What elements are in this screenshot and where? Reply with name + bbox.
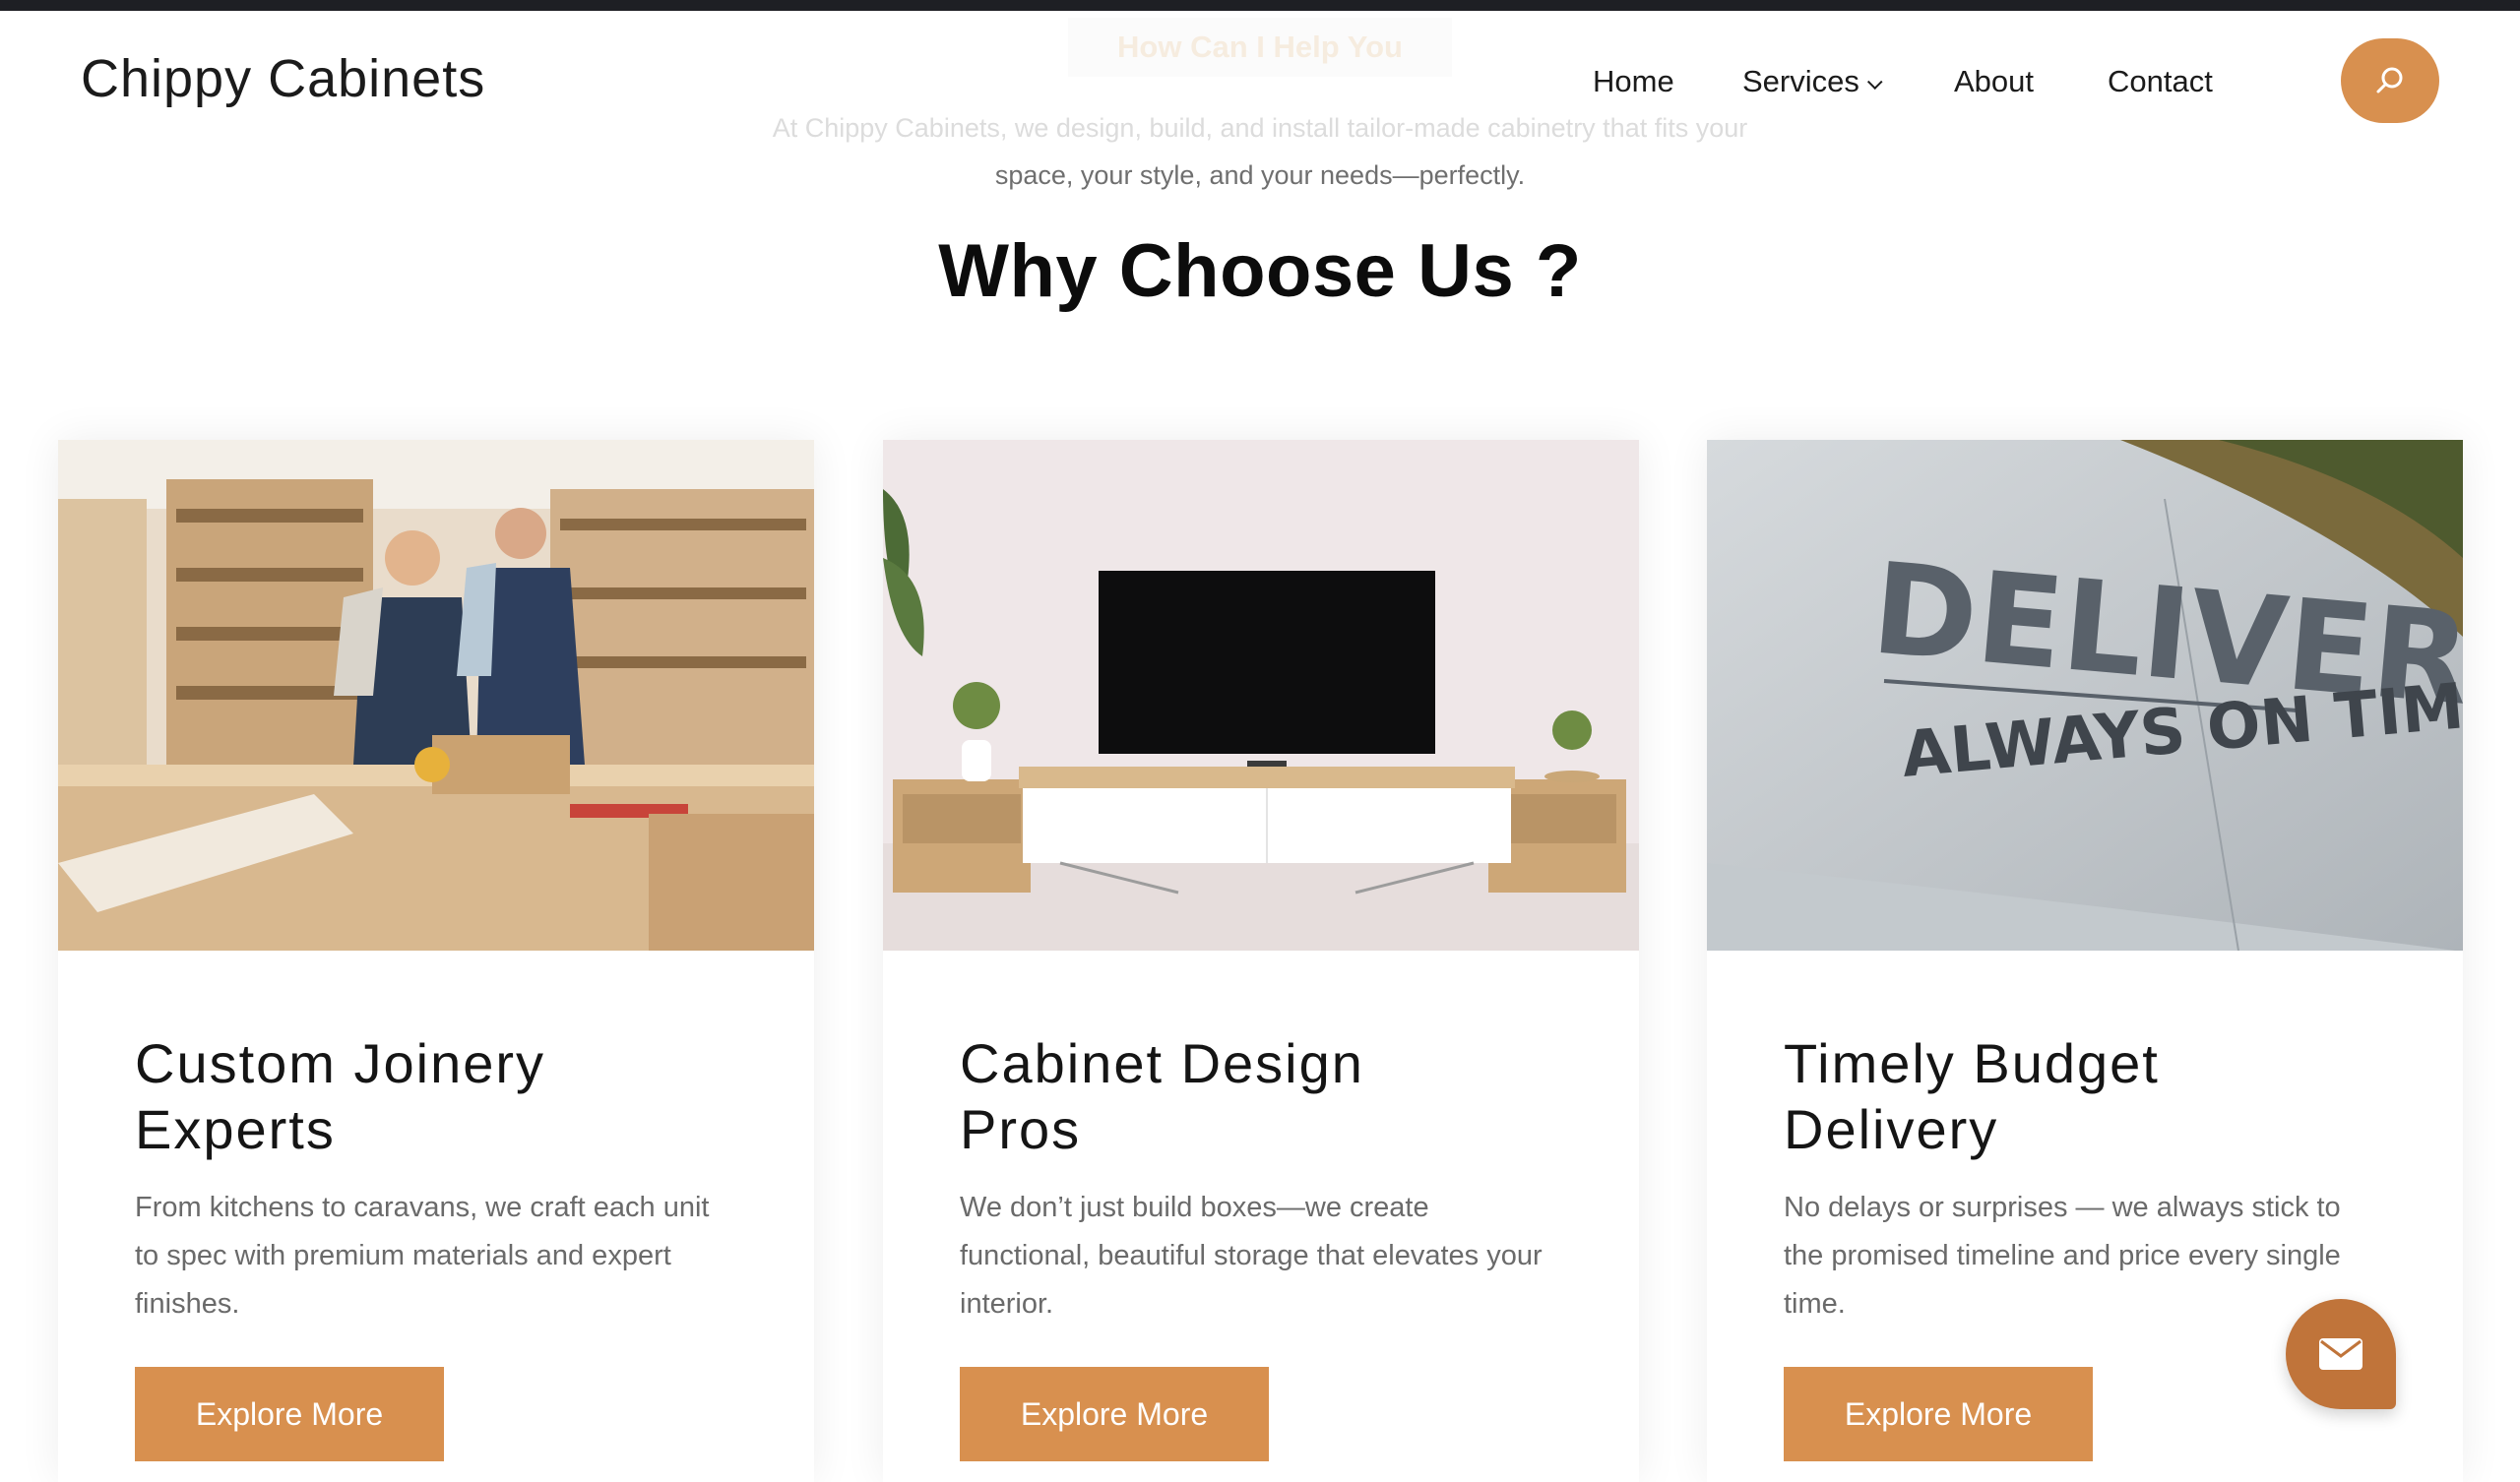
mail-icon [2319, 1338, 2362, 1370]
nav-contact[interactable]: Contact [2108, 64, 2213, 99]
explore-more-button[interactable]: Explore More [960, 1367, 1269, 1461]
intro-text-line-2: space, your style, and your needs—perfec… [994, 160, 1526, 190]
card-title-line-1: Custom Joinery [135, 1032, 546, 1094]
card-title-line-2: Pros [960, 1098, 1082, 1160]
card-title-line-1: Timely Budget [1784, 1032, 2160, 1094]
search-icon [2376, 67, 2403, 93]
explore-more-button[interactable]: Explore More [1784, 1367, 2093, 1461]
search-button[interactable] [2341, 38, 2439, 123]
site-logo[interactable]: Chippy Cabinets [81, 48, 485, 109]
feature-card: Cabinet Design Pros We don’t just build … [883, 440, 1639, 1482]
nav-home[interactable]: Home [1593, 64, 1674, 99]
nav-services-label: Services [1742, 64, 1859, 98]
card-title-line-2: Experts [135, 1098, 336, 1160]
feature-card: Custom Joinery Experts From kitchens to … [58, 440, 814, 1482]
explore-more-button[interactable]: Explore More [135, 1367, 444, 1461]
card-title: Cabinet Design Pros [960, 1030, 1570, 1162]
nav-about[interactable]: About [1954, 64, 2034, 99]
card-body: No delays or surprises — we always stick… [1784, 1192, 2341, 1320]
contact-mail-button[interactable] [2286, 1299, 2396, 1409]
delivery-van-photo: DELIVERY ALWAYS ON TIME [1707, 440, 2463, 951]
card-title: Timely Budget Delivery [1784, 1030, 2394, 1162]
chevron-down-icon [1866, 74, 1883, 91]
nav-services[interactable]: Services [1742, 64, 1883, 99]
section-title: Why Choose Us ? [938, 229, 1582, 313]
card-body: From kitchens to caravans, we craft each… [135, 1192, 710, 1320]
top-bar [0, 0, 2520, 11]
tv-cabinet-photo [883, 440, 1639, 951]
workshop-photo [58, 440, 814, 951]
card-title-line-2: Delivery [1784, 1098, 1999, 1160]
card-title-line-1: Cabinet Design [960, 1032, 1364, 1094]
card-body: We don’t just build boxes—we create func… [960, 1192, 1543, 1320]
site-header: Chippy Cabinets Home Services About Cont… [0, 11, 2520, 154]
card-title: Custom Joinery Experts [135, 1030, 745, 1162]
